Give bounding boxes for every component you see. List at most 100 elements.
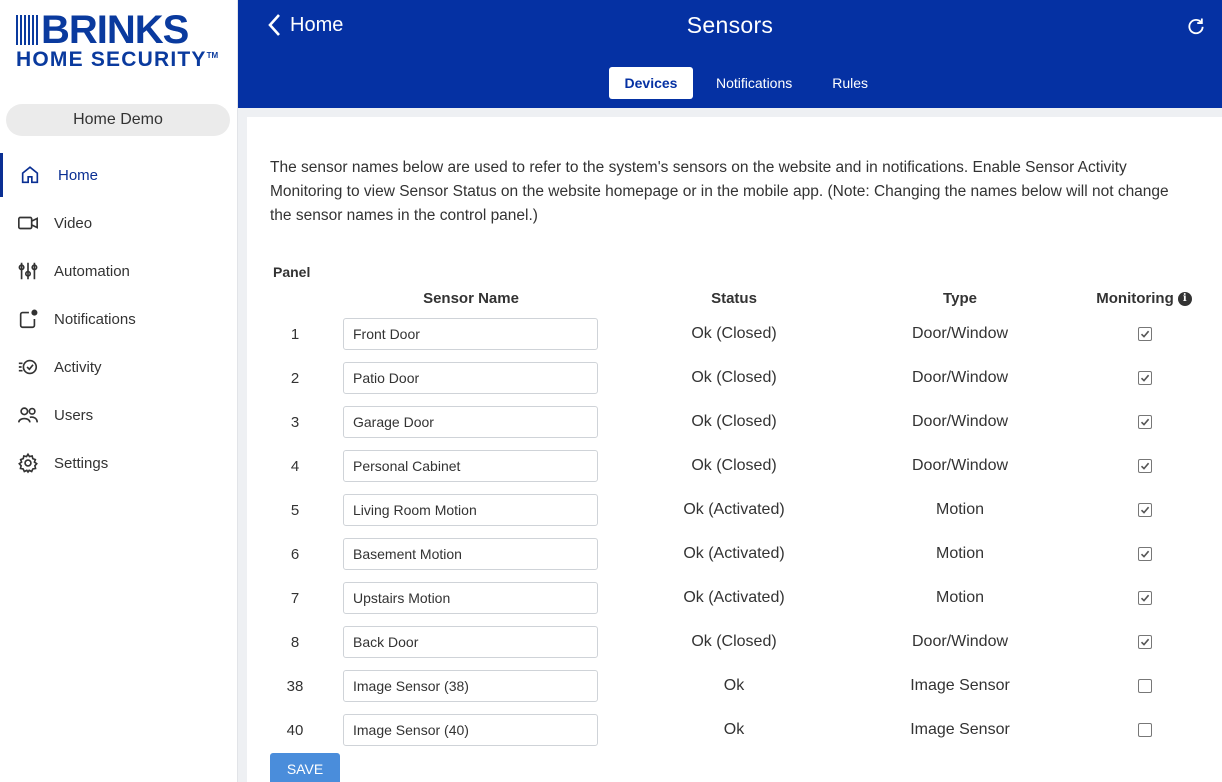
sensor-type: Motion <box>935 501 985 518</box>
sensor-name-input[interactable] <box>343 670 598 702</box>
brinks-logo[interactable]: BRINKS HOME SECURITYTM <box>16 8 226 74</box>
users-icon <box>16 403 40 427</box>
sidebar-item-automation[interactable]: Automation <box>0 247 238 295</box>
refresh-button[interactable] <box>1186 16 1208 38</box>
sensor-status: Ok (Activated) <box>683 589 785 606</box>
checkmark-icon <box>1140 418 1150 426</box>
intro-text: The sensor names below are used to refer… <box>270 159 1169 224</box>
sensor-status: Ok (Closed) <box>691 457 777 474</box>
sidebar-item-label: Video <box>54 214 93 232</box>
checkmark-icon <box>1140 638 1150 646</box>
info-icon[interactable]: i <box>1177 291 1192 306</box>
logo-stripes-icon <box>16 15 38 45</box>
panel-number: 8 <box>290 633 300 651</box>
sidebar-item-label: Users <box>54 406 94 424</box>
sensor-type: Door/Window <box>911 457 1009 474</box>
sidebar-item-label: Automation <box>54 262 130 280</box>
monitoring-checkbox[interactable] <box>1138 635 1152 649</box>
sensor-name-input[interactable] <box>343 362 598 394</box>
checkmark-icon <box>1140 506 1150 514</box>
video-camera-icon <box>16 211 40 235</box>
logo-subtitle: HOME SECURITYTM <box>16 48 219 71</box>
sidebar: BRINKS HOME SECURITYTM Home Demo Home Vi… <box>0 0 238 782</box>
table-row: 3 Ok (Closed) Door/Window <box>247 406 1222 438</box>
save-button[interactable]: SAVE <box>270 753 340 782</box>
logo-wordmark: BRINKS <box>41 8 189 52</box>
panel-number: 40 <box>286 721 304 739</box>
type-column-header: Type <box>943 290 977 307</box>
sensor-name-input[interactable] <box>343 494 598 526</box>
sensor-name-input[interactable] <box>343 318 598 350</box>
sensor-name-input[interactable] <box>343 714 598 746</box>
sidebar-item-label: Activity <box>54 358 102 376</box>
sensor-status: Ok (Activated) <box>683 501 785 518</box>
sidebar-item-video[interactable]: Video <box>0 199 238 247</box>
checkmark-icon <box>1140 594 1150 602</box>
sensor-status: Ok <box>723 677 745 694</box>
sensor-status: Ok <box>723 721 745 738</box>
sensor-name-input[interactable] <box>343 626 598 658</box>
tab-notifications[interactable]: Notifications <box>699 67 809 99</box>
monitoring-checkbox[interactable] <box>1138 547 1152 561</box>
table-row: 7 Ok (Activated) Motion <box>247 582 1222 614</box>
sensor-name-input[interactable] <box>343 406 598 438</box>
sidebar-item-label: Home <box>58 166 99 184</box>
table-row: 8 Ok (Closed) Door/Window <box>247 626 1222 658</box>
sensor-status: Ok (Closed) <box>691 325 777 342</box>
monitoring-column-header: Monitoring i <box>1079 290 1209 307</box>
panel-number: 7 <box>290 589 300 607</box>
checkmark-icon <box>1140 330 1150 338</box>
sidebar-item-notifications[interactable]: Notifications <box>0 295 238 343</box>
table-row: 40 Ok Image Sensor <box>247 714 1222 746</box>
monitoring-checkbox[interactable] <box>1138 679 1152 693</box>
account-selector[interactable]: Home Demo <box>6 104 230 136</box>
panel-number: 38 <box>286 677 304 695</box>
sensor-type: Image Sensor <box>910 721 1010 738</box>
notification-icon <box>16 307 40 331</box>
sidebar-item-users[interactable]: Users <box>0 391 238 439</box>
monitoring-header-label: Monitoring <box>1096 290 1174 307</box>
sensor-status: Ok (Closed) <box>691 633 777 650</box>
sensor-status: Ok (Closed) <box>691 413 777 430</box>
sensor-type: Door/Window <box>911 633 1009 650</box>
sensor-type: Motion <box>935 589 985 606</box>
sidebar-item-home[interactable]: Home <box>0 151 238 199</box>
activity-icon <box>16 355 40 379</box>
sensor-type: Motion <box>935 545 985 562</box>
table-row: 6 Ok (Activated) Motion <box>247 538 1222 570</box>
gear-icon <box>16 451 40 475</box>
table-row: 38 Ok Image Sensor <box>247 670 1222 702</box>
page-title: Sensors <box>686 12 774 38</box>
monitoring-checkbox[interactable] <box>1138 503 1152 517</box>
sidebar-item-activity[interactable]: Activity <box>0 343 238 391</box>
tab-bar: Devices Notifications Rules <box>609 67 885 99</box>
sensor-name-input[interactable] <box>343 538 598 570</box>
sidebar-item-label: Notifications <box>54 310 136 328</box>
checkmark-icon <box>1140 550 1150 558</box>
refresh-icon <box>1188 18 1204 35</box>
tab-rules[interactable]: Rules <box>815 67 885 99</box>
monitoring-checkbox[interactable] <box>1138 371 1152 385</box>
sliders-icon <box>16 259 40 283</box>
monitoring-checkbox[interactable] <box>1138 415 1152 429</box>
sidebar-item-settings[interactable]: Settings <box>0 439 238 487</box>
sensor-name-input[interactable] <box>343 450 598 482</box>
panel-number: 2 <box>290 369 300 387</box>
monitoring-checkbox[interactable] <box>1138 459 1152 473</box>
page-header: Home Sensors Devices Notifications Rules <box>238 0 1222 108</box>
checkmark-icon <box>1140 462 1150 470</box>
panel-number: 1 <box>290 325 300 343</box>
monitoring-checkbox[interactable] <box>1138 591 1152 605</box>
sensor-status: Ok (Closed) <box>691 369 777 386</box>
sensor-type: Door/Window <box>911 413 1009 430</box>
monitoring-checkbox[interactable] <box>1138 327 1152 341</box>
sidebar-item-label: Settings <box>54 454 109 472</box>
panel-number: 4 <box>290 457 300 475</box>
tab-devices[interactable]: Devices <box>609 67 693 99</box>
sensors-card: The sensor names below are used to refer… <box>247 117 1222 782</box>
table-row: 5 Ok (Activated) Motion <box>247 494 1222 526</box>
sensor-name-column-header: Sensor Name <box>423 290 519 307</box>
monitoring-checkbox[interactable] <box>1138 723 1152 737</box>
panel-number: 6 <box>290 545 300 563</box>
sensor-name-input[interactable] <box>343 582 598 614</box>
